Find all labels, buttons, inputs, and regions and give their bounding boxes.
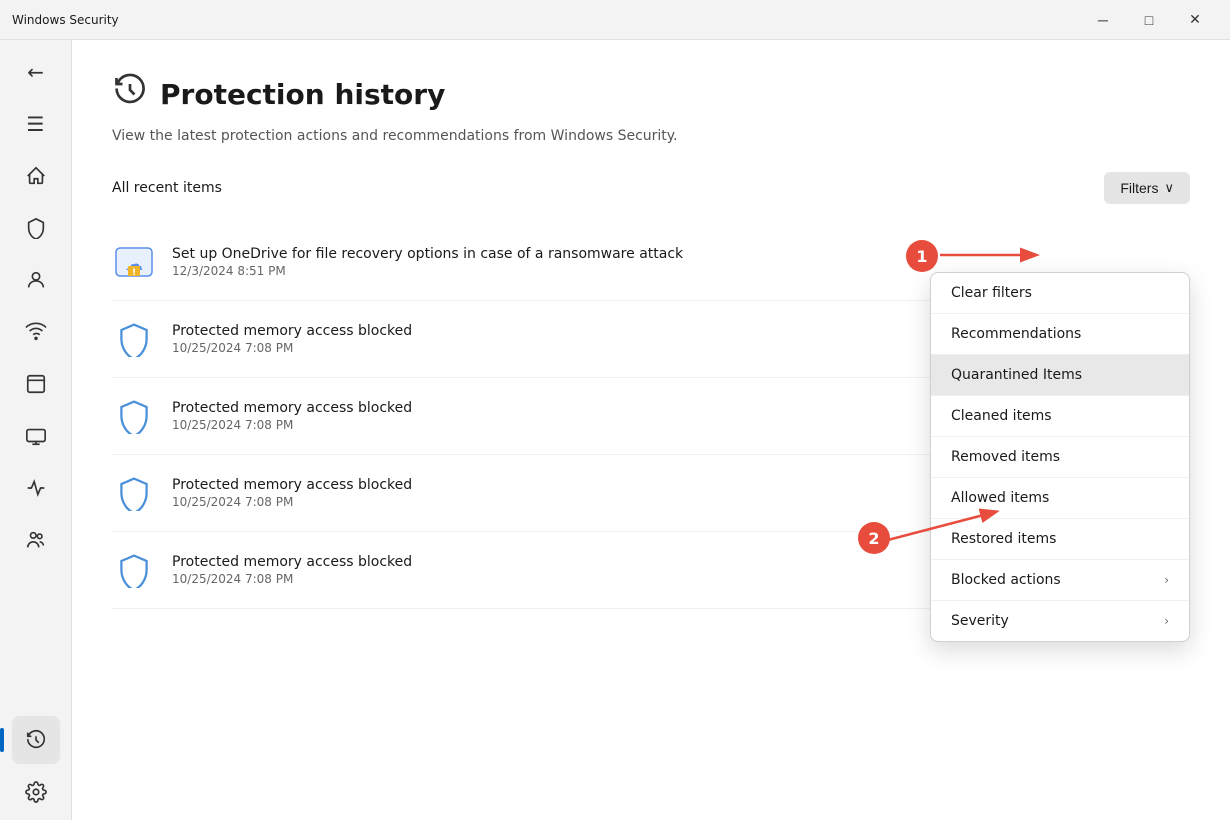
item-title: Protected memory access blocked bbox=[172, 400, 852, 416]
family-icon bbox=[25, 529, 47, 551]
item-title: Set up OneDrive for file recovery option… bbox=[172, 246, 852, 262]
filter-severity-label: Severity bbox=[951, 613, 1009, 629]
home-icon bbox=[25, 165, 47, 187]
main-content: Protection history View the latest prote… bbox=[72, 40, 1230, 820]
page-description: View the latest protection actions and r… bbox=[112, 128, 1190, 144]
item-title: Protected memory access blocked bbox=[172, 554, 852, 570]
filter-cleaned-label: Cleaned items bbox=[951, 408, 1052, 424]
sidebar: ← ☰ bbox=[0, 40, 72, 820]
filter-allowed[interactable]: Allowed items bbox=[931, 478, 1189, 519]
titlebar: Windows Security ─ □ ✕ bbox=[0, 0, 1230, 40]
severity-chevron-icon: › bbox=[1164, 614, 1169, 628]
sidebar-item-account[interactable] bbox=[12, 256, 60, 304]
sidebar-item-network[interactable] bbox=[12, 308, 60, 356]
item-title: Protected memory access blocked bbox=[172, 323, 852, 339]
back-icon: ← bbox=[27, 60, 44, 84]
filters-chevron-icon: ∨ bbox=[1164, 180, 1174, 196]
sidebar-item-home[interactable] bbox=[12, 152, 60, 200]
filters-button-label: Filters bbox=[1120, 180, 1158, 196]
item-icon-shield bbox=[112, 317, 156, 361]
maximize-button[interactable]: □ bbox=[1126, 4, 1172, 36]
item-icon-shield bbox=[112, 471, 156, 515]
page-history-icon bbox=[112, 72, 148, 116]
filter-blocked-label: Blocked actions bbox=[951, 572, 1061, 588]
window-controls: ─ □ ✕ bbox=[1080, 4, 1218, 36]
filter-restored[interactable]: Restored items bbox=[931, 519, 1189, 560]
sidebar-item-browser[interactable] bbox=[12, 360, 60, 408]
item-icon-shield bbox=[112, 548, 156, 592]
svg-text:!: ! bbox=[132, 268, 136, 278]
filter-clear[interactable]: Clear filters bbox=[931, 273, 1189, 314]
filters-button[interactable]: Filters ∨ bbox=[1104, 172, 1190, 204]
sidebar-item-settings[interactable] bbox=[12, 768, 60, 816]
filters-dropdown: Clear filters Recommendations Quarantine… bbox=[930, 272, 1190, 642]
filter-quarantined[interactable]: Quarantined Items bbox=[931, 355, 1189, 396]
app-body: ← ☰ bbox=[0, 40, 1230, 820]
network-icon bbox=[25, 321, 47, 343]
account-icon bbox=[25, 269, 47, 291]
sidebar-item-menu[interactable]: ☰ bbox=[12, 100, 60, 148]
page-title: Protection history bbox=[160, 78, 445, 111]
page-header: Protection history bbox=[112, 72, 1190, 116]
filter-recommendations-label: Recommendations bbox=[951, 326, 1081, 342]
filter-restored-label: Restored items bbox=[951, 531, 1056, 547]
filter-removed[interactable]: Removed items bbox=[931, 437, 1189, 478]
filter-severity[interactable]: Severity › bbox=[931, 601, 1189, 641]
filter-recommendations[interactable]: Recommendations bbox=[931, 314, 1189, 355]
sidebar-item-health[interactable] bbox=[12, 464, 60, 512]
minimize-button[interactable]: ─ bbox=[1080, 4, 1126, 36]
sidebar-item-history[interactable] bbox=[12, 716, 60, 764]
filter-allowed-label: Allowed items bbox=[951, 490, 1049, 506]
menu-icon: ☰ bbox=[27, 112, 45, 136]
close-button[interactable]: ✕ bbox=[1172, 4, 1218, 36]
filter-clear-label: Clear filters bbox=[951, 285, 1032, 301]
sidebar-item-back[interactable]: ← bbox=[12, 48, 60, 96]
browser-icon bbox=[25, 373, 47, 395]
filter-blocked-actions[interactable]: Blocked actions › bbox=[931, 560, 1189, 601]
filter-cleaned[interactable]: Cleaned items bbox=[931, 396, 1189, 437]
filters-row: All recent items Filters ∨ bbox=[112, 172, 1190, 204]
filter-quarantined-label: Quarantined Items bbox=[951, 367, 1082, 383]
sidebar-item-shield[interactable] bbox=[12, 204, 60, 252]
device-icon bbox=[25, 425, 47, 447]
all-recent-label: All recent items bbox=[112, 180, 222, 196]
filter-removed-label: Removed items bbox=[951, 449, 1060, 465]
blocked-chevron-icon: › bbox=[1164, 573, 1169, 587]
item-icon-onedrive: ☁ ! bbox=[112, 240, 156, 284]
sidebar-item-family[interactable] bbox=[12, 516, 60, 564]
shield-nav-icon bbox=[25, 217, 47, 239]
app-title: Windows Security bbox=[12, 13, 1080, 27]
item-icon-shield bbox=[112, 394, 156, 438]
item-title: Protected memory access blocked bbox=[172, 477, 852, 493]
sidebar-item-device[interactable] bbox=[12, 412, 60, 460]
health-icon bbox=[25, 477, 47, 499]
history-icon bbox=[25, 729, 47, 751]
settings-icon bbox=[25, 781, 47, 803]
